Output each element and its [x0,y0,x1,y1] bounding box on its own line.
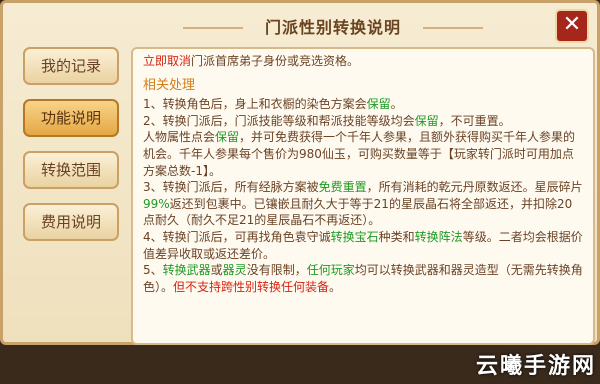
tab-label: 费用说明 [40,213,101,231]
close-icon: ✕ [562,12,582,37]
intro-line: 立即取消门派首席弟子身份或竞选资格。 [143,53,583,70]
intro-text: 门派首席弟子身份或竞选资格。 [191,54,360,68]
section-title: 相关处理 [143,77,196,93]
tab-function-description[interactable]: 功能说明 [23,99,119,137]
dialog-title: 门派性别转换说明 [183,11,483,45]
list-item: 2、转换门派后，门派技能等级和帮派技能等级均会保留，不可重置。 [143,113,511,128]
list-item: 4、转换门派后，可再找角色袁守诚转换宝石种类和转换阵法等级。二者均会根据价值差异… [143,229,583,261]
tab-conversion-scope[interactable]: 转换范围 [23,151,119,189]
dialog-panel: 门派性别转换说明 ✕ 我的记录 功能说明 转换范围 费用说明 立即取消门派首席弟… [0,0,600,345]
tab-label: 功能说明 [40,109,101,127]
list-item: 人物属性点会保留，并可免费获得一个千年人参果，且额外获得购买千年人参果的机会。千… [143,130,576,178]
tab-label: 我的记录 [40,57,101,75]
watermark-logo: 云曦手游网 [475,354,596,379]
close-button[interactable]: ✕ [555,9,589,43]
list-item: 3、转换门派后，所有经脉方案被免费重置，所有消耗的乾元丹原数返还。星辰碎片99%… [143,180,583,228]
tab-label: 转换范围 [40,161,101,179]
intro-highlight: 立即取消 [143,54,192,68]
list-item: 1、转换角色后，身上和衣橱的染色方案会保留。 [143,97,403,112]
tab-cost-description[interactable]: 费用说明 [23,203,119,241]
list-item: 5、转换武器或器灵没有限制，任何玩家均可以转换武器和器灵造型（无需先转换角色）。… [143,263,583,294]
description-panel: 立即取消门派首席弟子身份或竞选资格。 相关处理 1、转换角色后，身上和衣橱的染色… [131,47,595,345]
tab-my-records[interactable]: 我的记录 [23,47,119,85]
sidebar: 我的记录 功能说明 转换范围 费用说明 [23,47,123,255]
